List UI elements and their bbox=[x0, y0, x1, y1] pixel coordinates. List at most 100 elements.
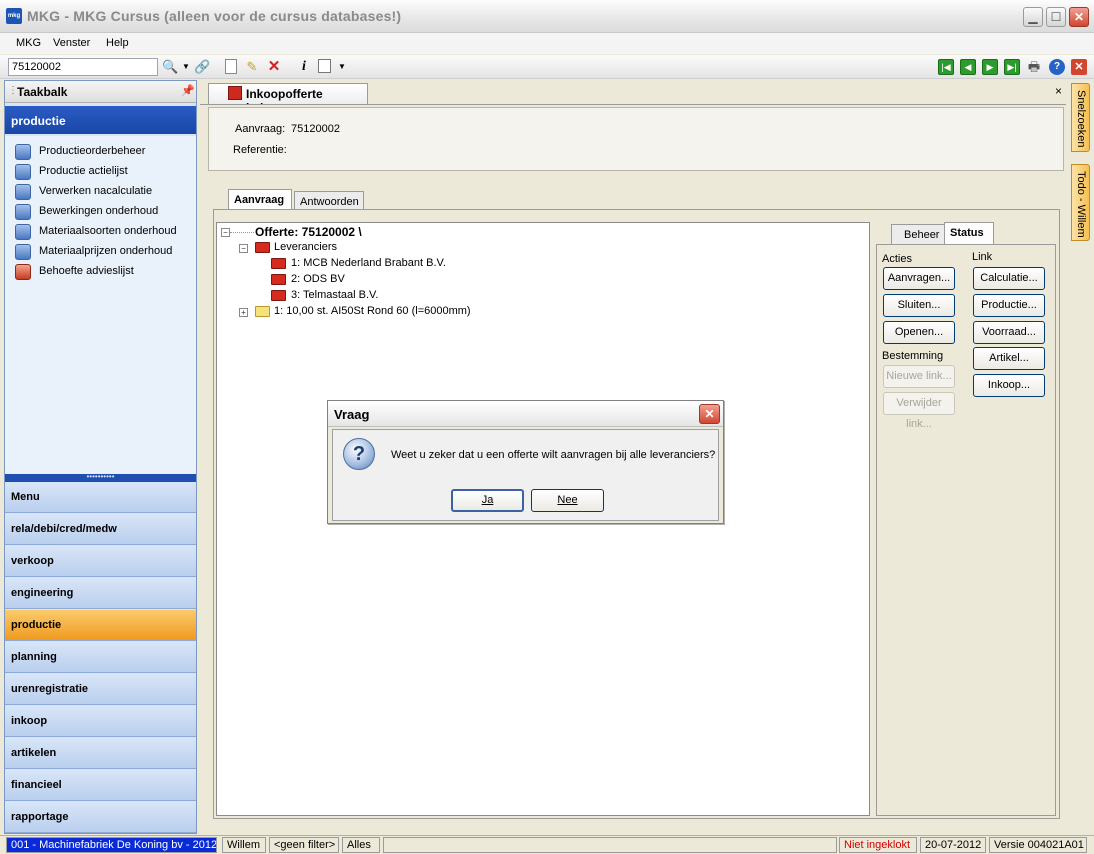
tree-supplier[interactable]: 1: MCB Nederland Brabant B.V. bbox=[271, 257, 511, 273]
tab-status[interactable]: Status bbox=[944, 222, 994, 244]
folder-icon bbox=[271, 258, 286, 269]
inkoop-button[interactable]: Inkoop... bbox=[973, 374, 1045, 397]
toolbar: 🔍 ▼ 🔗 ✎ ✕ i ▼ |◀ ◀ ▶ ▶| 🖶 ? ✕ bbox=[0, 55, 1094, 79]
search-input[interactable] bbox=[8, 58, 158, 76]
status-scope: Alles bbox=[342, 837, 380, 853]
edit-pencil-icon[interactable]: ✎ bbox=[244, 59, 260, 75]
close-tab-icon[interactable]: × bbox=[1055, 84, 1062, 98]
task-icon bbox=[15, 144, 31, 160]
document-icon bbox=[228, 86, 242, 100]
nav-engineering[interactable]: engineering bbox=[5, 578, 196, 609]
nieuwe-link-button[interactable]: Nieuwe link... bbox=[883, 365, 955, 388]
artikel-button[interactable]: Artikel... bbox=[973, 347, 1045, 370]
status-empty bbox=[383, 837, 837, 853]
nav-artikelen[interactable]: artikelen bbox=[5, 738, 196, 769]
tree-supplier[interactable]: 3: Telmastaal B.V. bbox=[271, 289, 511, 305]
tab-beheer[interactable]: Beheer bbox=[891, 224, 951, 244]
todo-tab[interactable]: Todo - Willem bbox=[1071, 164, 1090, 241]
status-company: 001 - Machinefabriek De Koning bv - 2012 bbox=[6, 837, 217, 853]
dialog-close-button[interactable]: ✕ bbox=[699, 404, 720, 424]
window-title: MKG - MKG Cursus (alleen voor de cursus … bbox=[27, 8, 402, 24]
taskbar-title: Taakbalk bbox=[17, 85, 68, 99]
search-icon[interactable]: 🔍 bbox=[162, 59, 178, 75]
info-icon[interactable]: i bbox=[296, 59, 312, 75]
folder-icon bbox=[271, 290, 286, 301]
search-dropdown-icon[interactable]: ▼ bbox=[178, 59, 194, 75]
minimize-button[interactable]: ▁ bbox=[1023, 7, 1043, 27]
task-icon bbox=[15, 224, 31, 240]
nav-verkoop[interactable]: verkoop bbox=[5, 546, 196, 577]
delete-icon[interactable]: ✕ bbox=[266, 59, 282, 75]
bestemming-label: Bestemming bbox=[882, 350, 944, 362]
help-icon[interactable]: ? bbox=[1049, 59, 1065, 75]
openen-button[interactable]: Openen... bbox=[883, 321, 955, 344]
status-version: Versie 004021A01 bbox=[989, 837, 1087, 853]
title-bar: mkg MKG - MKG Cursus (alleen voor de cur… bbox=[0, 0, 1094, 33]
nav-rapportage[interactable]: rapportage bbox=[5, 802, 196, 833]
sidebar-splitter[interactable]: •••••••••• bbox=[5, 473, 196, 482]
folder-icon bbox=[255, 306, 270, 317]
status-date: 20-07-2012 bbox=[920, 837, 986, 853]
menu-venster[interactable]: Venster bbox=[53, 37, 90, 49]
tab-inkoopofferte-beheer[interactable]: Inkoopofferte beheer bbox=[208, 83, 368, 115]
productie-button[interactable]: Productie... bbox=[973, 294, 1045, 317]
pin-icon[interactable]: 📌 bbox=[181, 84, 195, 97]
link-label: Link bbox=[972, 251, 993, 263]
taskbar-header: ⋮ Taakbalk 📌 bbox=[5, 81, 196, 103]
menu-mkg[interactable]: MKG bbox=[16, 37, 41, 49]
expand-icon[interactable]: + bbox=[239, 308, 248, 317]
task-icon bbox=[15, 164, 31, 180]
sluiten-button[interactable]: Sluiten... bbox=[883, 294, 955, 317]
sidebar: ⋮ Taakbalk 📌 productie Productieorderbeh… bbox=[4, 80, 197, 834]
task-icon bbox=[15, 184, 31, 200]
section-header[interactable]: productie bbox=[5, 106, 196, 134]
tab-aanvraag[interactable]: Aanvraag bbox=[228, 189, 292, 211]
close-document-icon[interactable]: ✕ bbox=[1071, 59, 1087, 75]
nav-financieel[interactable]: financieel bbox=[5, 770, 196, 801]
report-icon[interactable] bbox=[318, 59, 331, 73]
dialog-message: Weet u zeker dat u een offerte wilt aanv… bbox=[391, 449, 716, 461]
tree-root[interactable]: Offerte: 75120002 \ bbox=[255, 225, 362, 241]
verwijder-link-button[interactable]: Verwijder link... bbox=[883, 392, 955, 430]
aanvragen-button[interactable]: Aanvragen... bbox=[883, 267, 955, 290]
yes-button[interactable]: Ja bbox=[451, 489, 524, 512]
acties-label: Acties bbox=[882, 253, 912, 265]
tab-antwoorden[interactable]: Antwoorden bbox=[294, 191, 364, 211]
nav-inkoop[interactable]: inkoop bbox=[5, 706, 196, 737]
menu-help[interactable]: Help bbox=[106, 37, 129, 49]
aanvraag-label: Aanvraag: bbox=[235, 123, 286, 135]
maximize-button[interactable]: ☐ bbox=[1046, 7, 1066, 27]
nav-urenregistratie[interactable]: urenregistratie bbox=[5, 674, 196, 705]
snelzoeken-tab[interactable]: Snelzoeken bbox=[1071, 83, 1090, 152]
report-dropdown-icon[interactable]: ▼ bbox=[334, 59, 350, 75]
nav-planning[interactable]: planning bbox=[5, 642, 196, 673]
nav-rela-debi-cred-medw[interactable]: rela/debi/cred/medw bbox=[5, 514, 196, 545]
previous-record-icon[interactable]: ◀ bbox=[960, 59, 976, 75]
last-record-icon[interactable]: ▶| bbox=[1004, 59, 1020, 75]
tree-supplier[interactable]: 2: ODS BV bbox=[271, 273, 511, 289]
nav-productie[interactable]: productie bbox=[5, 610, 196, 641]
collapse-icon[interactable]: − bbox=[221, 228, 230, 237]
tree-item[interactable]: 1: 10,00 st. AI50St Rond 60 (l=6000mm) bbox=[255, 305, 535, 321]
dialog-title: Vraag bbox=[334, 407, 370, 422]
dialog-body: ? Weet u zeker dat u een offerte wilt aa… bbox=[332, 429, 719, 521]
status-panel: Acties Link Aanvragen... Sluiten... Open… bbox=[876, 244, 1056, 816]
print-icon[interactable]: 🖶 bbox=[1026, 59, 1042, 75]
status-bar: 001 - Machinefabriek De Koning bv - 2012… bbox=[0, 835, 1094, 854]
tree-line bbox=[230, 232, 254, 233]
first-record-icon[interactable]: |◀ bbox=[938, 59, 954, 75]
confirm-dialog: Vraag ✕ ? Weet u zeker dat u een offerte… bbox=[327, 400, 724, 524]
calculatie-button[interactable]: Calculatie... bbox=[973, 267, 1045, 290]
folder-icon bbox=[271, 274, 286, 285]
nav-menu[interactable]: Menu bbox=[5, 482, 196, 513]
tree-leveranciers[interactable]: Leveranciers bbox=[255, 241, 375, 257]
task-list: Productieorderbeheer Productie actielijs… bbox=[5, 136, 196, 476]
voorraad-button[interactable]: Voorraad... bbox=[973, 321, 1045, 344]
link-icon[interactable]: 🔗 bbox=[194, 59, 210, 75]
dialog-titlebar: Vraag ✕ bbox=[328, 401, 723, 427]
collapse-icon[interactable]: − bbox=[239, 244, 248, 253]
next-record-icon[interactable]: ▶ bbox=[982, 59, 998, 75]
no-button[interactable]: Nee bbox=[531, 489, 604, 512]
new-document-icon[interactable] bbox=[225, 59, 237, 74]
close-window-button[interactable]: ✕ bbox=[1069, 7, 1089, 27]
